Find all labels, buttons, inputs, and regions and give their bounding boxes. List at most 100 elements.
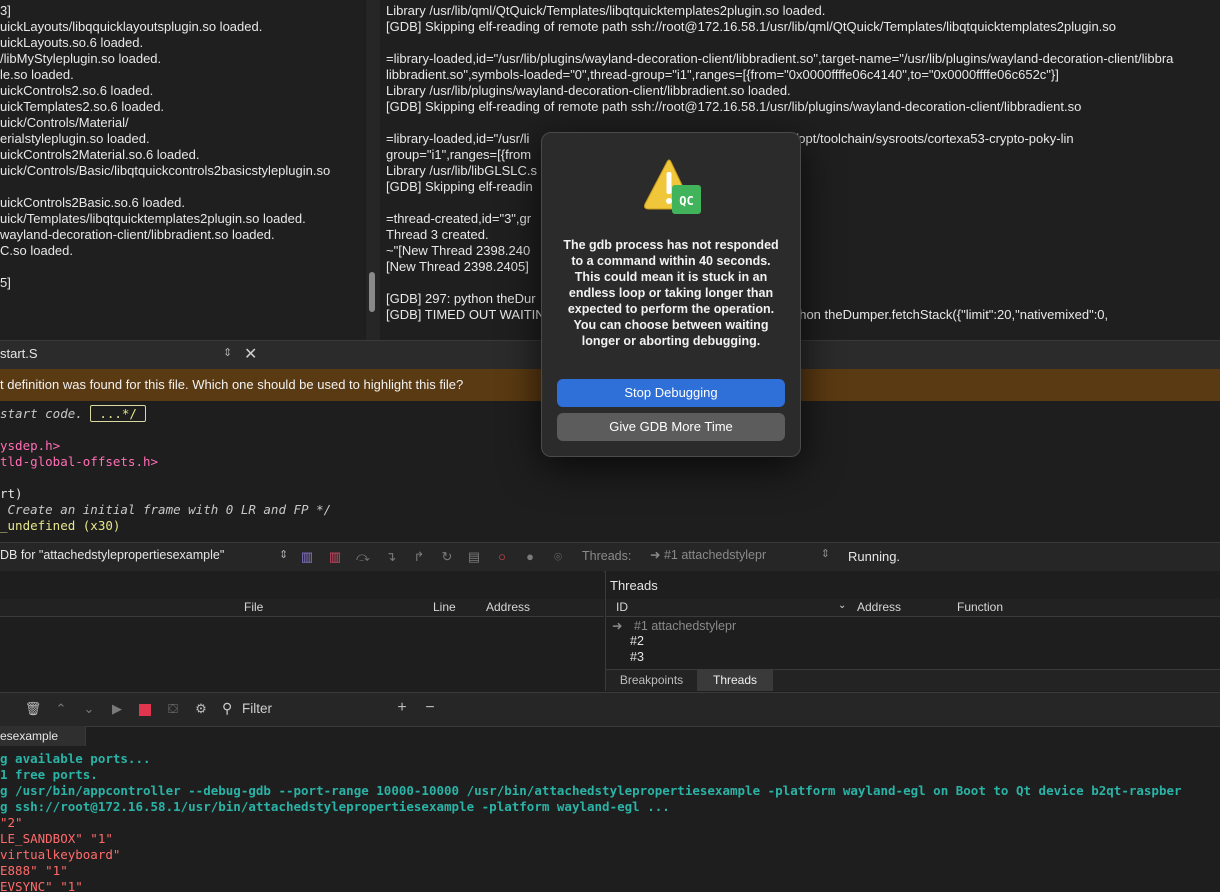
col-line[interactable]: Line (433, 600, 456, 614)
session-dropdown-icon[interactable]: ⇕ (279, 548, 288, 561)
sort-chevron-icon[interactable]: ⌄ (838, 600, 846, 611)
gdb-timeout-dialog: QC The gdb process has not responded to … (541, 132, 801, 457)
code-text: Create an initial frame with 0 LR and FP… (0, 502, 332, 517)
log-scrollbar[interactable] (369, 272, 375, 312)
output-line: EVSYNC" "1" (0, 879, 83, 892)
log-line: Library /usr/lib/qml/QtQuick/Templates/l… (386, 3, 826, 18)
restart-icon[interactable]: ↻ (438, 548, 456, 566)
thread-row[interactable]: ➜ #1 attachedstylepr (612, 618, 736, 633)
code-text: _undefined (x30) (0, 518, 121, 533)
output-line: 1 free ports. (0, 767, 98, 782)
thread-select-value: #1 attachedstylepr (663, 548, 767, 562)
attach-debugger-icon[interactable]: ⛋ (164, 700, 182, 718)
close-icon[interactable]: ✕ (244, 344, 257, 364)
previous-item-icon[interactable]: ⌃ (52, 700, 70, 718)
file-dropdown-icon[interactable]: ⇕ (223, 346, 232, 359)
thread-select[interactable]: ➜ #1 attachedstylepr ⇕ (650, 547, 830, 565)
code-text: rt) (0, 486, 23, 501)
breakpoints-header: File Line Address (0, 599, 604, 617)
log-line: uickLayouts.so.6 loaded. (0, 35, 144, 50)
debugger-status: Running. (848, 549, 901, 564)
interrupt-icon[interactable]: ▥ (326, 548, 344, 566)
log-line: libbradient.so",symbols-loaded="0",threa… (386, 67, 1059, 82)
fold-marker[interactable]: ...*/ (90, 405, 146, 422)
code-line: Create an initial frame with 0 LR and FP… (0, 502, 332, 518)
record-icon[interactable]: ○ (493, 548, 511, 566)
debug-session-select[interactable]: DB for "attachedstylepropertiesexample" (0, 548, 224, 562)
output-line: virtualkeyboard" (0, 847, 121, 862)
col-function[interactable]: Function (957, 600, 1003, 614)
operate-by-instruction-icon[interactable]: ▤ (465, 548, 483, 566)
thread-arrow-icon: ➜ (650, 548, 661, 562)
log-line: 5] (0, 275, 11, 290)
dialog-message-choice: You can choose between waiting longer or… (573, 318, 769, 348)
tab-breakpoints[interactable]: Breakpoints (606, 670, 698, 691)
log-line: wayland-decoration-client/libbradient.so… (0, 227, 275, 242)
log-line: le.so loaded. (0, 67, 74, 82)
tab-threads[interactable]: Threads (698, 670, 773, 691)
output-line: g ssh://root@172.16.58.1/usr/bin/attache… (0, 799, 670, 814)
log-line: uickControls2Basic.so.6 loaded. (0, 195, 185, 210)
trash-icon[interactable]: 🗑 (24, 700, 42, 718)
col-file[interactable]: File (244, 600, 263, 614)
thread-id: #1 attachedstylepr (633, 619, 737, 633)
give-more-time-button[interactable]: Give GDB More Time (557, 413, 785, 441)
col-address[interactable]: Address (486, 600, 530, 614)
thread-dropdown-icon: ⇕ (820, 548, 830, 560)
debugger-toolbar: DB for "attachedstylepropertiesexample" … (0, 542, 1220, 572)
plus-icon[interactable]: + (393, 699, 411, 717)
log-line: [GDB] Skipping elf-reading of remote pat… (386, 99, 1082, 114)
step-over-icon[interactable]: ⤼ (354, 548, 372, 566)
output-tab[interactable]: esexample (0, 726, 86, 746)
debugger-views-tabbar: Breakpoints Threads (606, 669, 1220, 691)
step-out-icon[interactable]: ↱ (410, 548, 428, 566)
output-line: g available ports... (0, 751, 151, 766)
step-into-icon[interactable]: ↴ (382, 548, 400, 566)
log-line: [GDB] Skipping elf-reading of remote pat… (386, 19, 1117, 34)
log-line: uick/Controls/Basic/libqtquickcontrols2b… (0, 163, 331, 178)
reverse-icon[interactable]: ● (521, 548, 539, 566)
dialog-message: The gdb process has not responded to a c… (558, 237, 784, 349)
stop-icon[interactable] (136, 700, 154, 718)
thread-row[interactable]: #2 (630, 634, 644, 648)
gear-icon[interactable]: ⚙ (192, 700, 210, 718)
threads-header: ID ⌄ Address Function (606, 599, 1220, 617)
col-id[interactable]: ID (616, 600, 628, 614)
output-line: g /usr/bin/appcontroller --debug-gdb --p… (0, 783, 1182, 798)
qc-badge: QC (672, 185, 701, 214)
warning-icon: QC (641, 156, 701, 216)
dialog-message-main: The gdb process has not responded to a c… (563, 238, 779, 316)
log-line: C.so loaded. (0, 243, 73, 258)
breakpoints-panel: File Line Address (0, 571, 604, 691)
continue-icon[interactable]: ▥ (298, 548, 316, 566)
log-line: /libMyStyleplugin.so loaded. (0, 51, 162, 66)
log-line: uickControls2.so.6 loaded. (0, 83, 154, 98)
log-line: Library /usr/lib/plugins/wayland-decorat… (386, 83, 791, 98)
threads-panel: Threads ID ⌄ Address Function ➜ #1 attac… (605, 571, 1220, 691)
filter-field[interactable]: ⚲ Filter (220, 698, 388, 720)
filter-placeholder: Filter (242, 701, 272, 716)
thread-id: #3 (630, 650, 644, 664)
code-line: ysdep.h> (0, 438, 331, 454)
run-icon[interactable]: ▶ (108, 700, 126, 718)
code-line: tld-global-offsets.h> (0, 454, 331, 470)
minus-icon[interactable]: − (421, 699, 439, 717)
log-line: uick/Controls/Material/ (0, 115, 129, 130)
code-text: start code. (0, 406, 91, 421)
log-line: 3] (0, 3, 11, 18)
col-thread-address[interactable]: Address (857, 600, 901, 614)
thread-row[interactable]: #3 (630, 650, 644, 664)
log-line: uickTemplates2.so.6 loaded. (0, 99, 165, 114)
next-item-icon[interactable]: ⌄ (80, 700, 98, 718)
file-name[interactable]: start.S (0, 346, 38, 361)
stop-debugging-button[interactable]: Stop Debugging (557, 379, 785, 407)
log-line: uickLayouts/libqquicklayoutsplugin.so lo… (0, 19, 263, 34)
snapshot-icon[interactable]: ⌾ (549, 548, 567, 566)
code-text: ysdep.h> (0, 438, 61, 453)
